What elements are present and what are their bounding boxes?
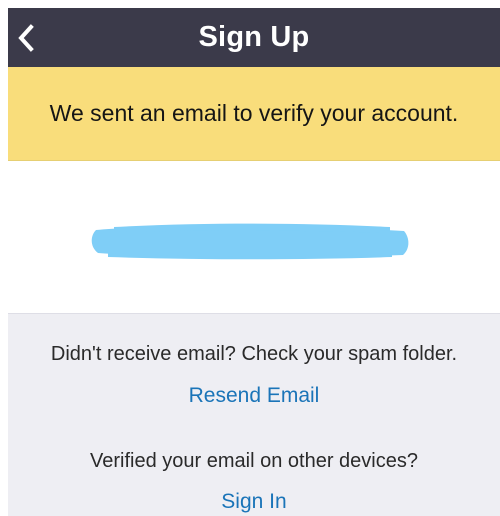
redacted-email xyxy=(91,223,409,260)
email-display-area xyxy=(8,161,500,313)
resend-email-link-row: Resend Email xyxy=(8,384,500,408)
resend-email-link[interactable]: Resend Email xyxy=(189,384,320,407)
chevron-left-icon xyxy=(18,23,34,52)
sign-in-link[interactable]: Sign In xyxy=(221,490,286,513)
sign-up-screen: Sign Up We sent an email to verify your … xyxy=(0,0,500,516)
verification-banner: We sent an email to verify your account. xyxy=(8,67,500,161)
spam-folder-prompt: Didn't receive email? Check your spam fo… xyxy=(50,343,458,365)
back-button[interactable] xyxy=(12,18,40,58)
help-panel: Didn't receive email? Check your spam fo… xyxy=(8,313,500,516)
page-title: Sign Up xyxy=(198,21,310,53)
other-devices-prompt: Verified your email on other devices? xyxy=(90,450,418,472)
banner-message: We sent an email to verify your account. xyxy=(49,100,459,126)
sign-in-link-row: Sign In xyxy=(8,490,500,514)
header-bar: Sign Up xyxy=(8,8,500,67)
